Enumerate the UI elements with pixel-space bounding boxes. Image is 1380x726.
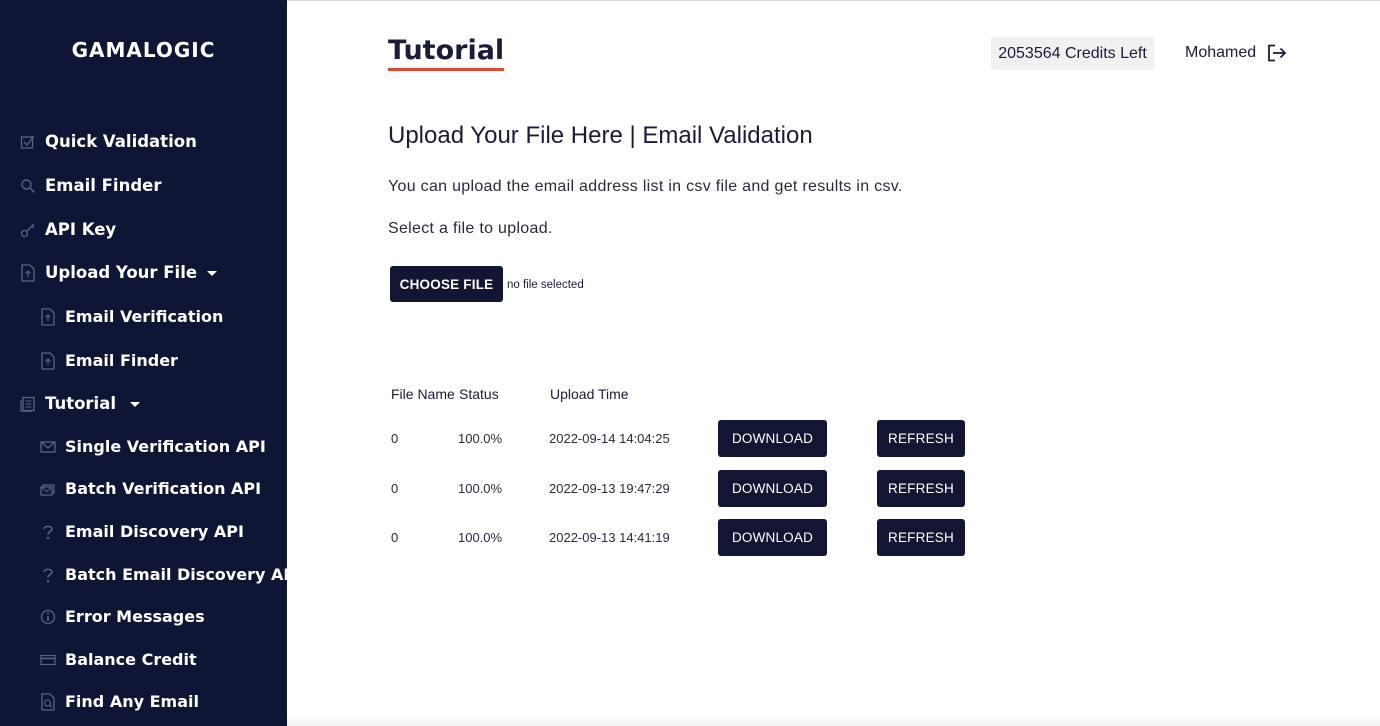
download-button[interactable]: DOWNLOAD <box>718 470 827 507</box>
stack-icon <box>39 480 57 498</box>
sidebar-item-label: Email Finder <box>65 351 178 370</box>
cell-file-name: 0 <box>391 530 399 545</box>
sidebar-item-batch-email-discovery-api[interactable]: Batch Email Discovery API <box>39 565 301 584</box>
refresh-button[interactable]: REFRESH <box>877 519 965 556</box>
no-file-text: no file selected <box>507 279 584 291</box>
sidebar-item-label: Batch Email Discovery API <box>65 565 302 584</box>
upload-description: You can upload the email address list in… <box>388 178 903 195</box>
cell-file-name: 0 <box>391 481 399 496</box>
sidebar-item-email-finder[interactable]: Email Finder <box>19 176 161 195</box>
question-icon <box>39 566 57 584</box>
info-icon <box>39 608 57 626</box>
sidebar-item-label: Email Discovery API <box>65 522 244 541</box>
sidebar-item-api-key[interactable]: API Key <box>19 220 116 239</box>
brand-logo: GAMALOGIC <box>71 38 216 62</box>
card-icon <box>39 651 57 669</box>
file-upload-icon <box>19 263 37 282</box>
cell-status: 100.0% <box>458 481 503 496</box>
file-upload-icon <box>39 351 57 370</box>
sidebar-item-label: Tutorial <box>45 394 116 413</box>
sidebar-item-label: Upload Your File <box>45 263 198 282</box>
cell-status: 100.0% <box>458 530 503 545</box>
key-icon <box>19 221 37 239</box>
sidebar-item-find-any-email[interactable]: Find Any Email <box>39 692 199 711</box>
cell-upload-time: 2022-09-13 19:47:29 <box>549 481 670 496</box>
tutorial-link[interactable]: Tutorial <box>388 36 505 71</box>
cell-upload-time: 2022-09-14 14:04:25 <box>549 431 670 446</box>
logout-icon[interactable] <box>1267 44 1287 62</box>
file-upload-icon <box>39 307 57 326</box>
cell-upload-time: 2022-09-13 14:41:19 <box>549 530 670 545</box>
bottom-divider <box>287 714 1380 726</box>
refresh-button[interactable]: REFRESH <box>877 420 965 457</box>
sidebar-item-label: API Key <box>45 220 117 239</box>
sidebar-item-balance-credit[interactable]: Balance Credit <box>39 650 197 669</box>
download-button[interactable]: DOWNLOAD <box>718 519 827 556</box>
sidebar-item-email-finder-upload[interactable]: Email Finder <box>39 351 178 370</box>
user-name: Mohamed <box>1185 44 1257 61</box>
sidebar-item-quick-validation[interactable]: Quick Validation <box>19 132 197 151</box>
cell-status: 100.0% <box>458 431 503 446</box>
page-title: Upload Your File Here | Email Validation <box>388 122 813 149</box>
sidebar-item-label: Quick Validation <box>45 132 197 151</box>
column-header-file-name: File Name <box>391 386 455 402</box>
choose-file-button[interactable]: CHOOSE FILE <box>390 266 503 302</box>
search-icon <box>19 177 37 195</box>
document-icon <box>19 395 37 413</box>
envelope-icon <box>39 438 57 456</box>
sidebar-item-label: Single Verification API <box>65 437 266 456</box>
sidebar-item-label: Email Verification <box>65 307 224 326</box>
chevron-down-icon <box>207 271 218 276</box>
sidebar-item-error-messages[interactable]: Error Messages <box>39 607 205 626</box>
select-file-prompt: Select a file to upload. <box>388 220 553 237</box>
sidebar-item-label: Email Finder <box>45 176 162 195</box>
sidebar-item-email-discovery-api[interactable]: Email Discovery API <box>39 522 244 541</box>
sidebar-item-label: Find Any Email <box>65 692 199 711</box>
sidebar-item-label: Error Messages <box>65 607 205 626</box>
refresh-button[interactable]: REFRESH <box>877 470 965 507</box>
chevron-down-icon <box>130 402 140 407</box>
sidebar-item-upload-your-file[interactable]: Upload Your File <box>19 263 218 282</box>
column-header-upload-time: Upload Time <box>550 386 629 402</box>
sidebar-item-single-verification-api[interactable]: Single Verification API <box>39 437 266 456</box>
sidebar-item-tutorial[interactable]: Tutorial <box>19 394 140 413</box>
credits-badge: 2053564 Credits Left <box>991 37 1154 70</box>
download-button[interactable]: DOWNLOAD <box>718 420 827 457</box>
top-divider <box>287 0 1380 1</box>
file-search-icon <box>39 692 57 711</box>
sidebar-item-label: Balance Credit <box>65 650 197 669</box>
sidebar: GAMALOGIC Quick Validation Email Finder … <box>0 0 301 726</box>
sidebar-item-email-verification[interactable]: Email Verification <box>39 307 223 326</box>
checkbox-icon <box>19 133 37 151</box>
sidebar-item-label: Batch Verification API <box>65 479 262 498</box>
question-icon <box>39 523 57 541</box>
sidebar-item-batch-verification-api[interactable]: Batch Verification API <box>39 479 261 498</box>
cell-file-name: 0 <box>391 431 399 446</box>
column-header-status: Status <box>459 386 499 402</box>
